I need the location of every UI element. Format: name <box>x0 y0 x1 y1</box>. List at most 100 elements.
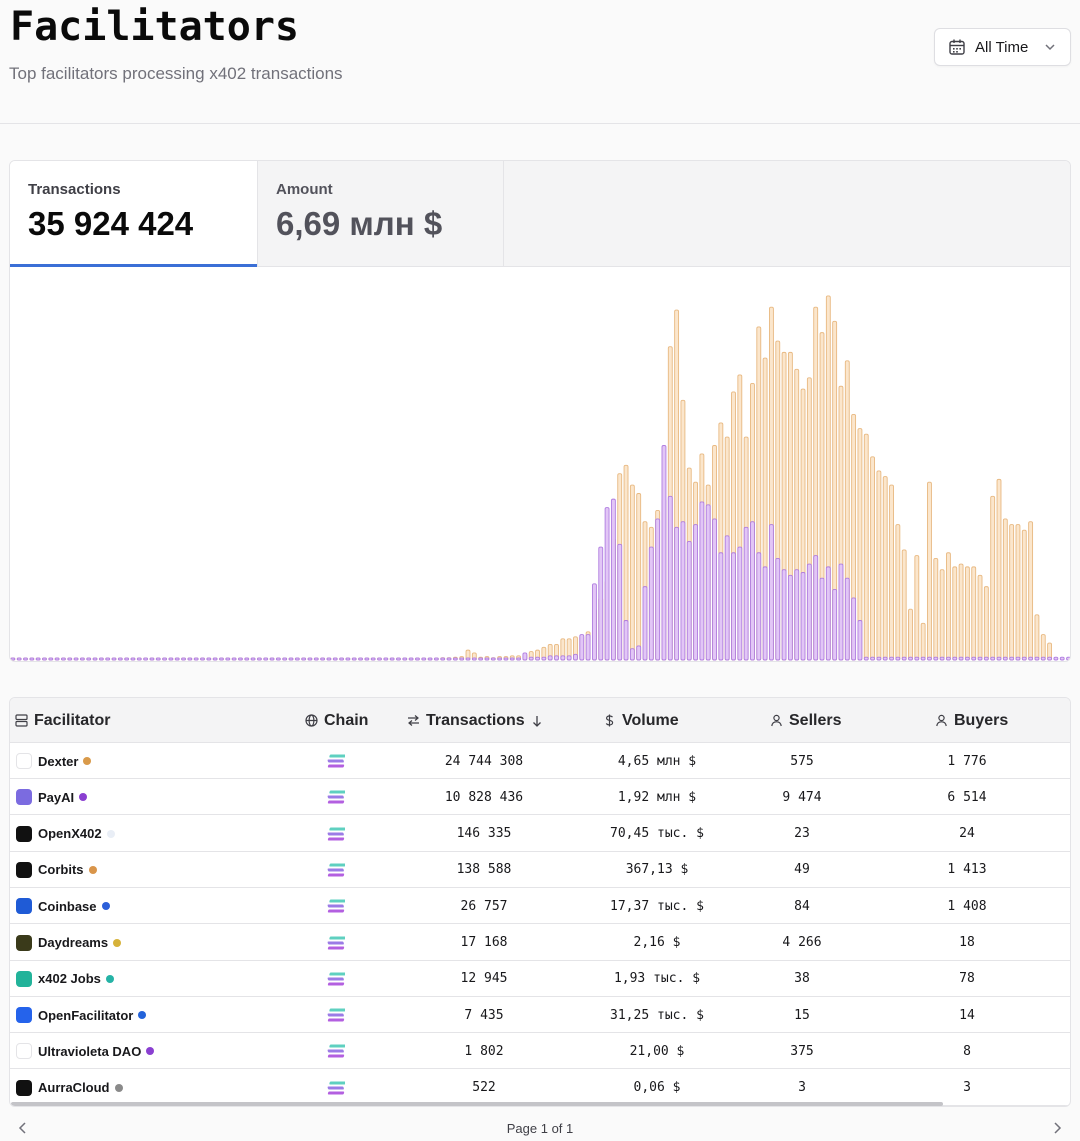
buyers-cell: 18 <box>959 935 975 950</box>
volume-cell: 31,25 тыс. $ <box>610 1007 704 1023</box>
bar-series-2 <box>1034 656 1040 661</box>
bar-series-1 <box>1002 518 1008 661</box>
bar-series-2 <box>686 541 692 661</box>
facilitator-cell[interactable]: OpenX402 <box>10 816 290 852</box>
bar-series-1 <box>958 563 964 661</box>
table-row[interactable]: Corbits 138 588 367,13 $ 49 1 413 <box>10 852 1070 888</box>
bar-series-2 <box>181 657 186 661</box>
table-row[interactable]: x402 Jobs 12 945 1,93 тыс. $ 38 78 <box>10 961 1070 997</box>
column-header-chain[interactable]: Chain <box>305 698 395 743</box>
buyers-cell: 3 <box>963 1080 971 1096</box>
transactions-value: 35 924 424 <box>28 205 194 242</box>
bar-series-2 <box>996 656 1002 661</box>
bar-series-2 <box>592 583 597 661</box>
bar-series-2 <box>781 569 787 661</box>
bar-series-1 <box>1034 614 1040 661</box>
bar-series-2 <box>440 657 446 661</box>
bar-series-2 <box>61 657 66 661</box>
bar-series-2 <box>250 657 256 661</box>
facilitator-cell[interactable]: Corbits <box>10 852 290 888</box>
bar-series-2 <box>162 657 168 661</box>
sellers-cell: 575 <box>790 753 814 769</box>
facilitator-cell[interactable]: PayAI <box>10 779 290 815</box>
bar-series-2 <box>23 657 28 661</box>
chevron-right-icon[interactable] <box>1050 1120 1064 1136</box>
facilitator-cell[interactable]: Coinbase <box>10 888 290 924</box>
bar-series-1 <box>1015 524 1021 661</box>
tab-transactions[interactable]: Transactions 35 924 424 <box>10 161 257 267</box>
bar-series-2 <box>1053 656 1059 661</box>
transactions-cell: 522 <box>472 1080 496 1096</box>
bar-series-1 <box>901 549 907 661</box>
table-row[interactable]: Ultravioleta DAO 1 802 21,00 $ 375 8 <box>10 1033 1070 1070</box>
volume-cell: 70,45 тыс. $ <box>610 826 704 842</box>
facilitator-cell[interactable]: x402 Jobs <box>10 961 290 997</box>
bar-series-2 <box>200 657 205 661</box>
bar-series-2 <box>408 657 414 661</box>
bar-series-2 <box>225 657 231 661</box>
facilitator-cell[interactable]: Ultravioleta DAO <box>10 1033 290 1069</box>
solana-chain-icon <box>305 779 367 815</box>
table-row[interactable]: PayAI 10 828 436 1,92 млн $ 9 474 6 514 <box>10 779 1070 816</box>
column-header-buyers[interactable]: Buyers <box>935 698 1045 743</box>
bar-series-2 <box>509 657 515 661</box>
column-header-sellers[interactable]: Sellers <box>770 698 880 743</box>
solana-chain-icon <box>305 1070 367 1106</box>
bar-series-2 <box>648 546 654 661</box>
status-dot <box>113 938 122 947</box>
table-row[interactable]: OpenX402 146 335 70,45 тыс. $ 23 24 <box>10 816 1070 852</box>
bar-series-2 <box>667 495 673 661</box>
bar-series-1 <box>920 622 926 661</box>
bar-series-2 <box>731 552 736 661</box>
time-range-value: All Time <box>975 38 1029 56</box>
bar-series-2 <box>743 526 749 661</box>
bar-series-2 <box>629 648 635 661</box>
bar-series-2 <box>79 657 85 661</box>
bar-series-2 <box>636 645 642 661</box>
table-row[interactable]: AurraCloud 522 0,06 $ 3 3 <box>10 1070 1070 1106</box>
bar-series-2 <box>977 656 983 661</box>
calendar-icon <box>949 39 965 55</box>
sellers-cell: 9 474 <box>782 789 822 805</box>
table-row[interactable]: Daydreams 17 168 2,16 $ 4 266 18 <box>10 925 1070 961</box>
time-range-select[interactable]: All Time <box>934 28 1071 66</box>
status-dot <box>146 1047 155 1056</box>
transactions-label: Transactions <box>28 181 121 198</box>
facilitator-name: Coinbase <box>38 898 97 914</box>
table-row[interactable]: Dexter 24 744 308 4,65 млн $ 575 1 776 <box>10 743 1070 779</box>
facilitator-cell[interactable]: OpenFacilitator <box>10 997 290 1033</box>
facilitator-name: PayAI <box>38 789 75 805</box>
bar-series-2 <box>914 656 920 661</box>
bar-series-2 <box>206 657 212 661</box>
bar-series-2 <box>566 655 572 661</box>
solana-chain-icon <box>305 925 367 961</box>
horizontal-scrollbar[interactable] <box>11 1102 943 1106</box>
bar-series-2 <box>484 657 490 661</box>
sellers-cell: 375 <box>790 1043 814 1059</box>
bar-series-2 <box>35 657 41 661</box>
bar-series-2 <box>92 657 98 661</box>
bar-series-2 <box>377 657 382 661</box>
column-header-facilitator[interactable]: Facilitator <box>15 698 285 743</box>
bar-series-2 <box>528 656 534 661</box>
table-row[interactable]: Coinbase 26 757 17,37 тыс. $ 84 1 408 <box>10 888 1070 925</box>
facilitator-cell[interactable]: AurraCloud <box>10 1070 290 1106</box>
bar-series-2 <box>889 656 894 661</box>
bar-series-2 <box>882 656 888 661</box>
bar-series-2 <box>844 577 850 661</box>
bar-series-2 <box>895 656 901 661</box>
bar-series-2 <box>876 656 882 661</box>
column-header-volume[interactable]: Volume <box>603 698 723 743</box>
bar-series-2 <box>693 524 698 661</box>
facilitator-cell[interactable]: Daydreams <box>10 925 290 961</box>
sellers-cell: 84 <box>794 898 810 914</box>
sellers-cell: 3 <box>798 1080 806 1096</box>
tab-amount[interactable]: Amount 6,69 млн $ <box>257 161 504 267</box>
table-row[interactable]: OpenFacilitator 7 435 31,25 тыс. $ 15 14 <box>10 997 1070 1034</box>
facilitator-cell[interactable]: Dexter <box>10 743 290 779</box>
column-header-transactions[interactable]: Transactions <box>407 698 567 743</box>
sort-descending-icon <box>532 715 541 727</box>
bar-series-2 <box>383 657 389 661</box>
bar-series-2 <box>756 552 762 661</box>
transactions-cell: 146 335 <box>456 826 512 842</box>
